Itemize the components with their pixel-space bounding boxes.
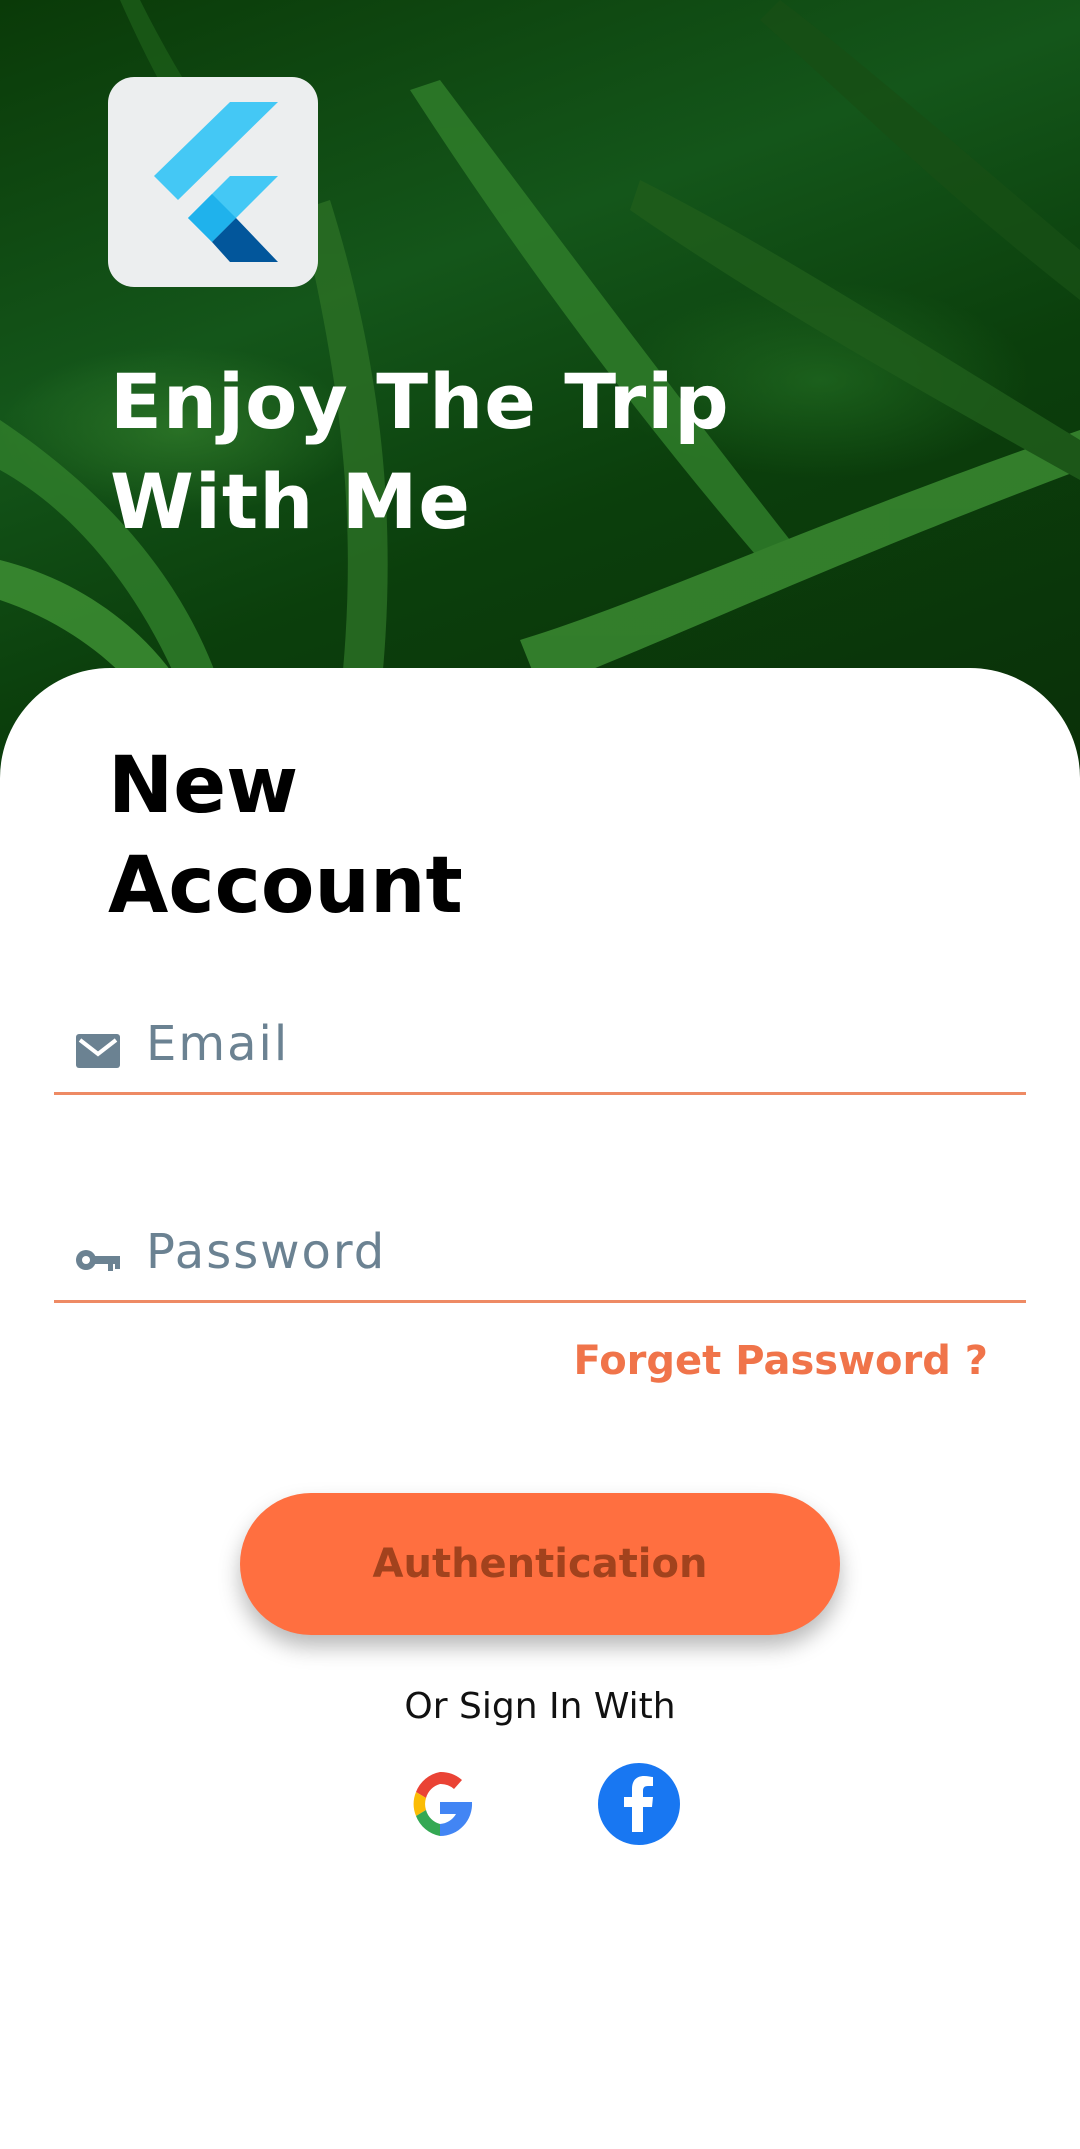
hero-title: Enjoy The Trip With Me xyxy=(110,357,730,546)
authentication-button[interactable]: Authentication xyxy=(240,1493,840,1635)
alt-signin-label: Or Sign In With xyxy=(404,1686,676,1727)
password-field[interactable]: Password xyxy=(54,1200,1026,1303)
app-logo xyxy=(108,77,318,287)
form-title: New Account xyxy=(108,741,463,931)
email-field[interactable]: Email xyxy=(54,992,1026,1095)
mail-icon xyxy=(76,1034,120,1068)
facebook-icon[interactable] xyxy=(597,1762,681,1846)
google-icon[interactable] xyxy=(398,1762,482,1846)
password-placeholder: Password xyxy=(146,1224,387,1280)
key-icon xyxy=(76,1250,120,1271)
signup-card: New Account Email Password Forget Passwo… xyxy=(0,668,1080,2149)
forgot-password-link[interactable]: Forget Password ? xyxy=(574,1338,989,1384)
flutter-logo-icon xyxy=(154,102,278,262)
email-placeholder: Email xyxy=(146,1016,290,1072)
